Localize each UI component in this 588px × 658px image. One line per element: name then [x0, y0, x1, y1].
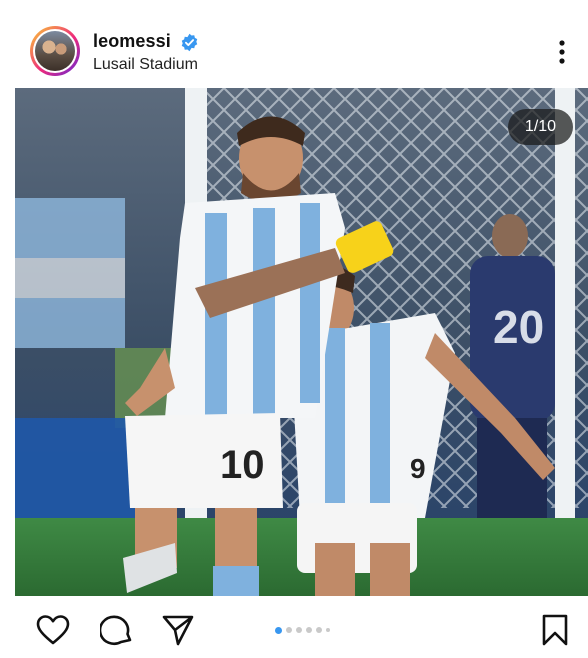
carousel-dot	[316, 627, 322, 633]
photo-illustration: 20 9 10	[15, 88, 588, 596]
carousel-indicator	[275, 626, 330, 634]
carousel-dot-active	[275, 626, 282, 634]
heart-icon[interactable]	[36, 614, 70, 646]
post-photo[interactable]: 20 9 10	[15, 88, 588, 596]
post-header: leomessi Lusail Stadium	[0, 0, 588, 88]
avatar-ring	[33, 29, 77, 73]
more-options-icon[interactable]	[552, 38, 572, 66]
carousel-dot	[286, 627, 292, 633]
bookmark-icon[interactable]	[538, 614, 572, 646]
profile-avatar[interactable]	[30, 26, 80, 76]
primary-jersey-number: 10	[220, 443, 265, 487]
verified-badge-icon	[181, 33, 198, 52]
carousel-dot	[306, 627, 312, 633]
slide-counter: 1/10	[508, 109, 573, 145]
secondary-jersey-number: 9	[410, 453, 426, 484]
username[interactable]: leomessi	[93, 31, 171, 52]
location-link[interactable]: Lusail Stadium	[93, 56, 198, 74]
avatar-image	[35, 31, 75, 71]
carousel-dot	[326, 628, 330, 632]
background-jersey-number: 20	[493, 301, 544, 353]
send-icon[interactable]	[161, 614, 195, 646]
comment-icon[interactable]	[100, 614, 134, 646]
carousel-dot	[296, 627, 302, 633]
